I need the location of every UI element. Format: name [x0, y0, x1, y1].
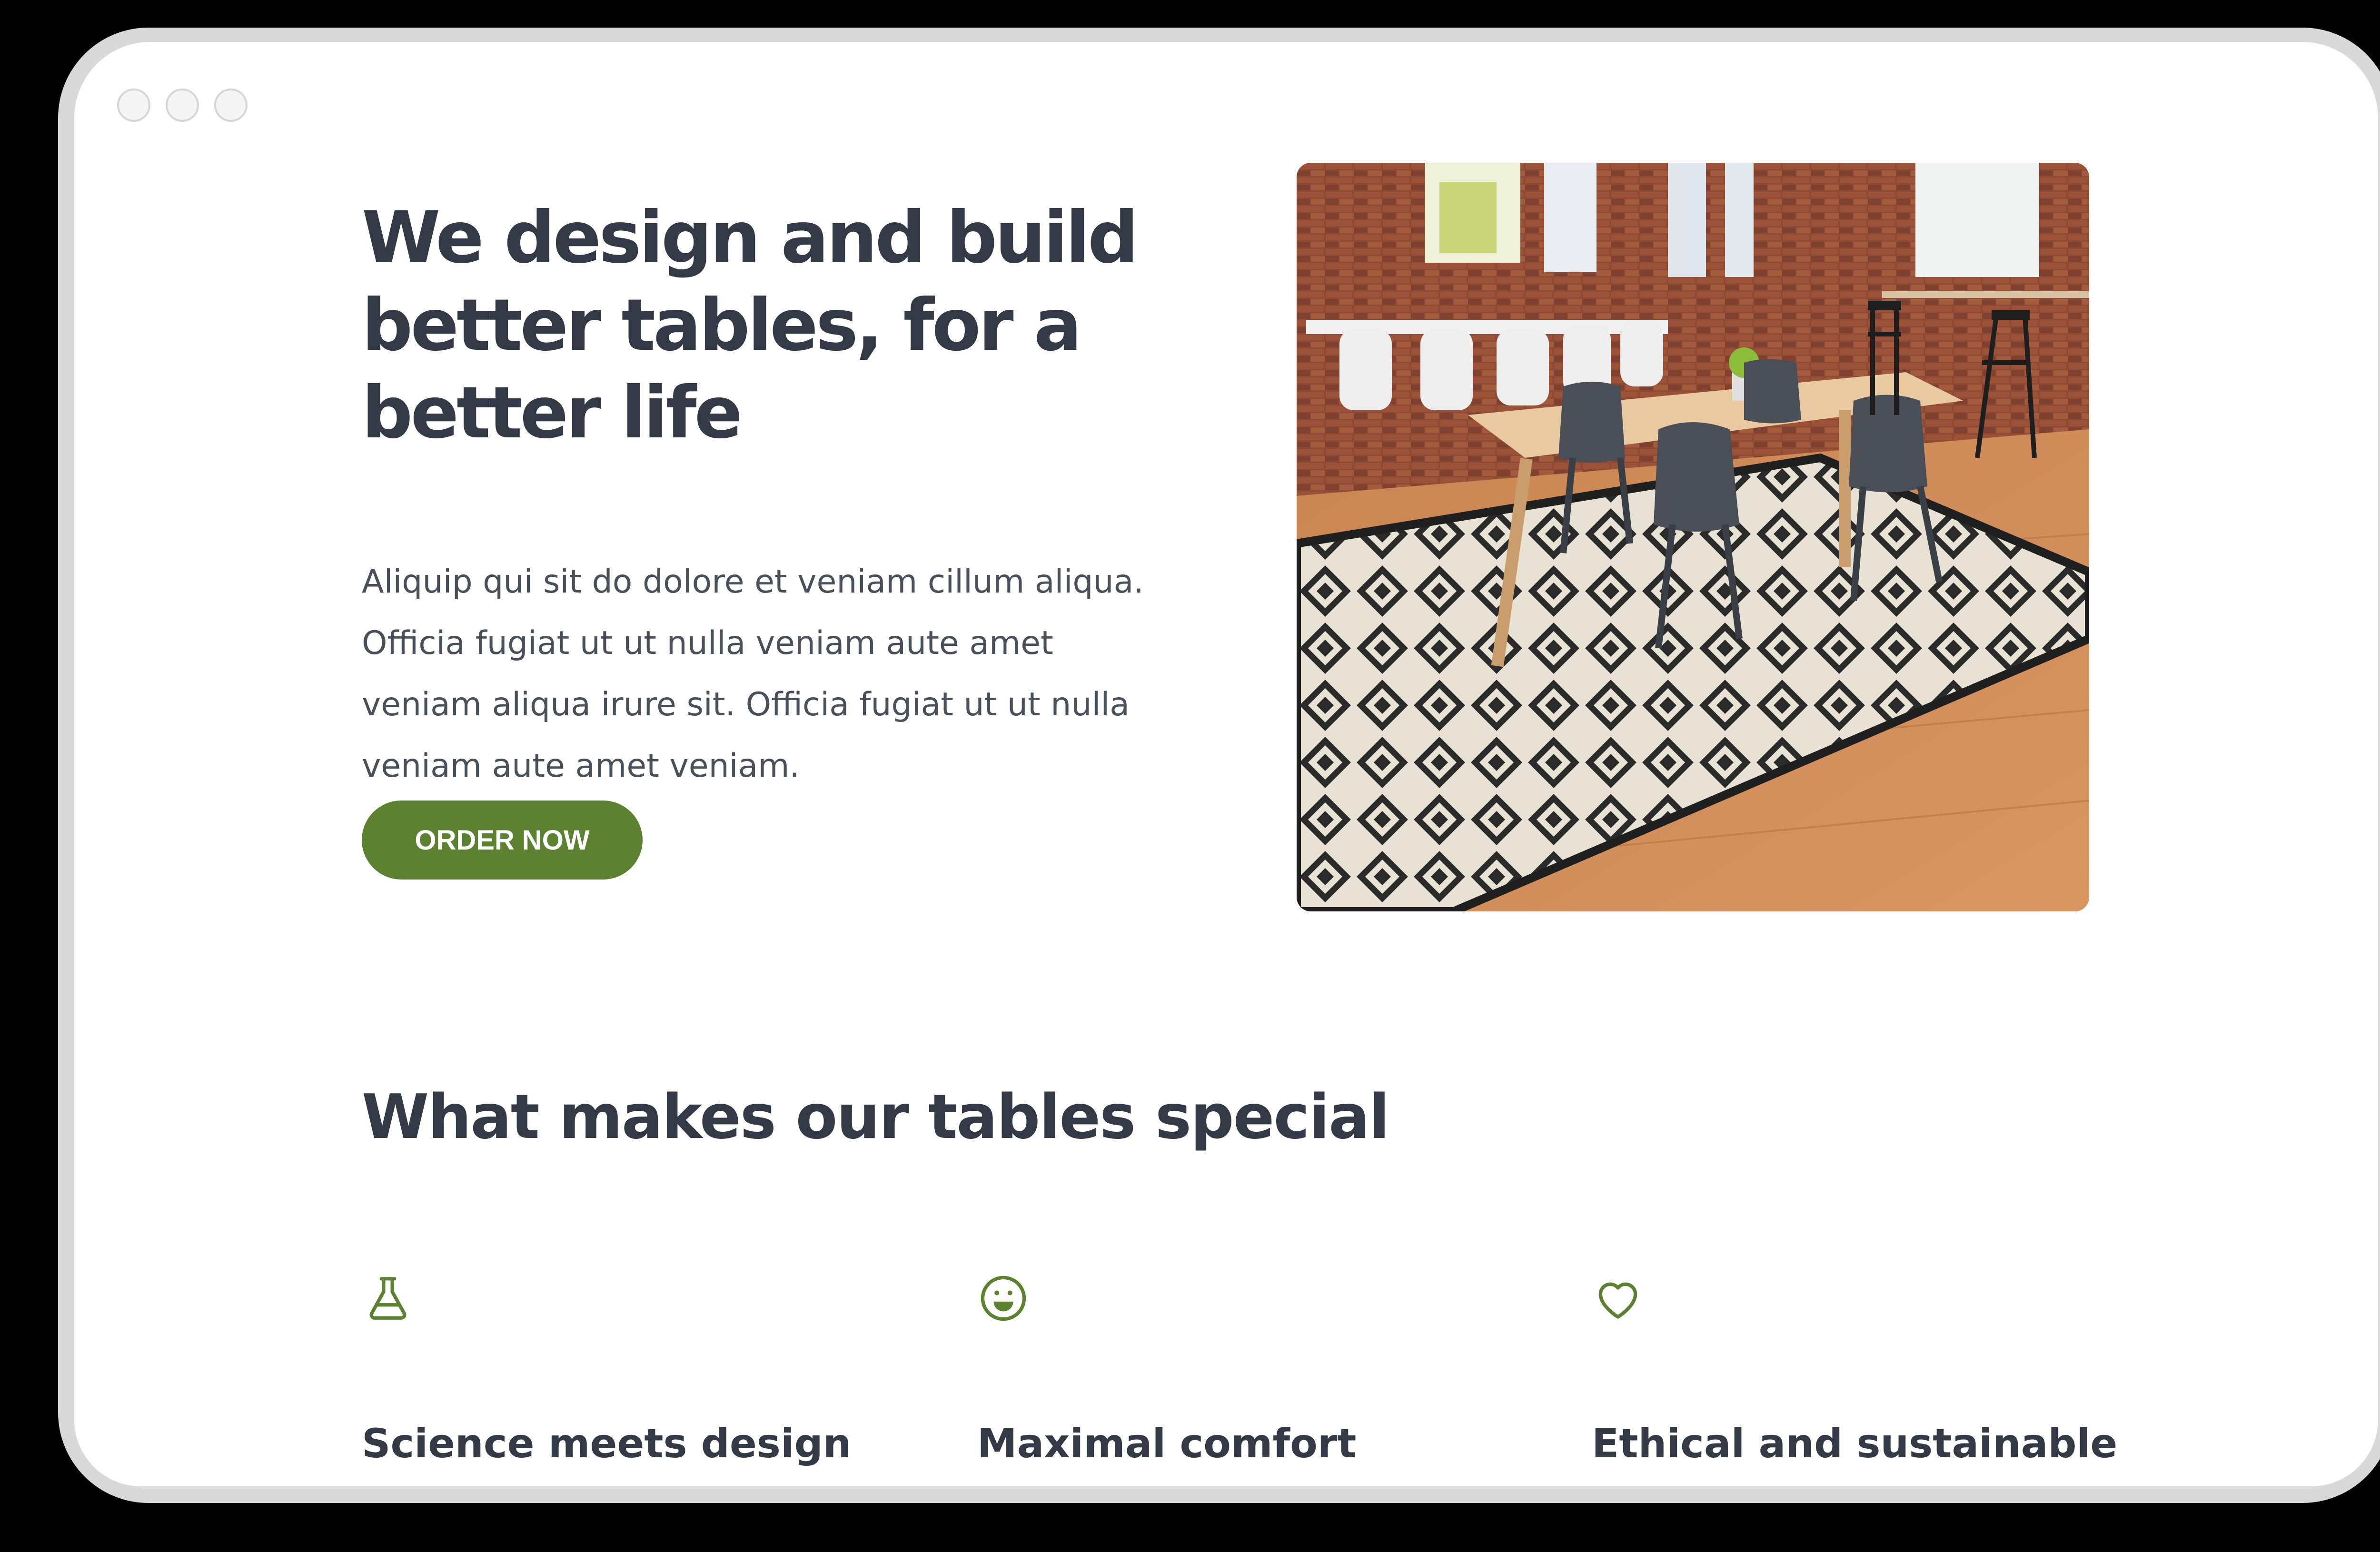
minimize-dot[interactable]: [166, 89, 199, 122]
feature-title: Science meets design: [362, 1420, 852, 1467]
features-title: What makes our tables special: [362, 1082, 1389, 1153]
feature-title: Ethical and sustainable: [1592, 1420, 2118, 1467]
feature-title: Maximal comfort: [977, 1420, 1357, 1467]
browser-window: We design and build better tables, for a…: [74, 42, 2378, 1486]
smiley-icon: [981, 1275, 1026, 1321]
hero-title: We design and build better tables, for a…: [362, 197, 1139, 455]
order-now-button[interactable]: ORDER NOW: [362, 801, 643, 880]
feature-science: Science meets design: [362, 1272, 933, 1467]
hero-description: Aliquip qui sit do dolore et veniam cill…: [362, 563, 1144, 785]
flask-icon: [369, 1277, 407, 1320]
maximize-dot[interactable]: [214, 89, 248, 122]
feature-ethical: Ethical and sustainable: [1592, 1272, 2163, 1467]
window-controls: [117, 89, 248, 122]
heart-icon: [1598, 1282, 1637, 1319]
feature-comfort: Maximal comfort: [977, 1272, 1548, 1467]
hero-image: [1297, 163, 2089, 911]
close-dot[interactable]: [117, 89, 150, 122]
